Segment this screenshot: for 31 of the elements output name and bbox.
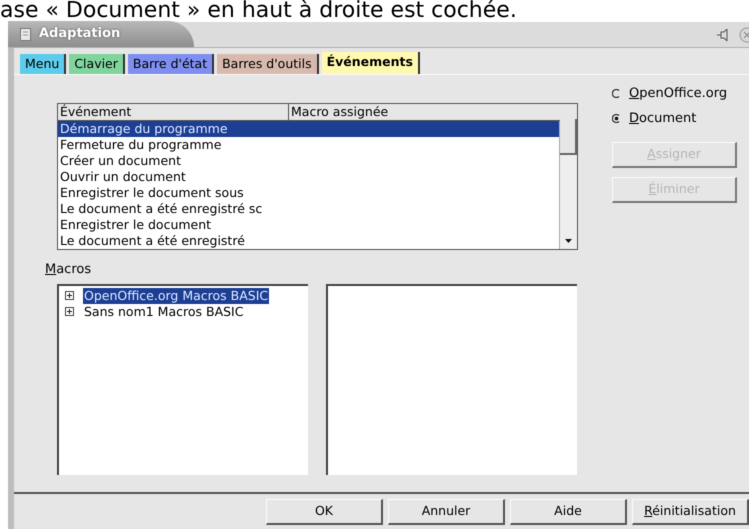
radio-icon[interactable] [612, 114, 621, 123]
dialog-button[interactable]: OK [266, 499, 383, 525]
dialog-button[interactable]: Aide [510, 499, 627, 525]
event-row[interactable]: Créer un document [58, 153, 559, 169]
tree-item[interactable]: OpenOffice.org Macros BASIC [83, 288, 270, 304]
event-row[interactable]: Enregistrer le document sous [58, 185, 559, 201]
expand-icon[interactable] [65, 291, 74, 300]
column-header[interactable]: Macro assignée [289, 104, 577, 120]
tab[interactable]: Clavier [69, 54, 125, 74]
macros-label: Macros [45, 261, 92, 279]
tab[interactable]: Barres d'outils [217, 54, 319, 74]
column-header[interactable]: Événement [58, 104, 289, 120]
document-icon [20, 28, 31, 40]
event-row[interactable]: Enregistrer le document [58, 217, 559, 233]
radio-icon[interactable] [612, 89, 621, 98]
radio-option[interactable]: OpenOffice.org [612, 81, 737, 106]
event-row[interactable]: Démarrage du programme [58, 121, 559, 137]
event-row[interactable]: Ouvrir un document [58, 169, 559, 185]
event-row[interactable]: Le document a été enregistré sc [58, 201, 559, 217]
scrollbar[interactable] [559, 121, 577, 249]
event-row[interactable]: Fermeture du programme [58, 137, 559, 153]
event-row[interactable]: Le document a été enregistré [58, 233, 559, 249]
radio-option[interactable]: Document [612, 106, 737, 131]
dialog-button[interactable]: Réinitialisation [632, 499, 749, 525]
tab[interactable]: Menu [20, 54, 66, 74]
tab[interactable]: Événements [322, 52, 420, 74]
window-title: Adaptation [39, 25, 120, 44]
tab[interactable]: Barre d'état [128, 54, 214, 74]
dialog-button[interactable]: Annuler [388, 499, 505, 525]
tree-item[interactable]: Sans nom1 Macros BASIC [83, 304, 244, 320]
expand-icon[interactable] [65, 307, 74, 316]
